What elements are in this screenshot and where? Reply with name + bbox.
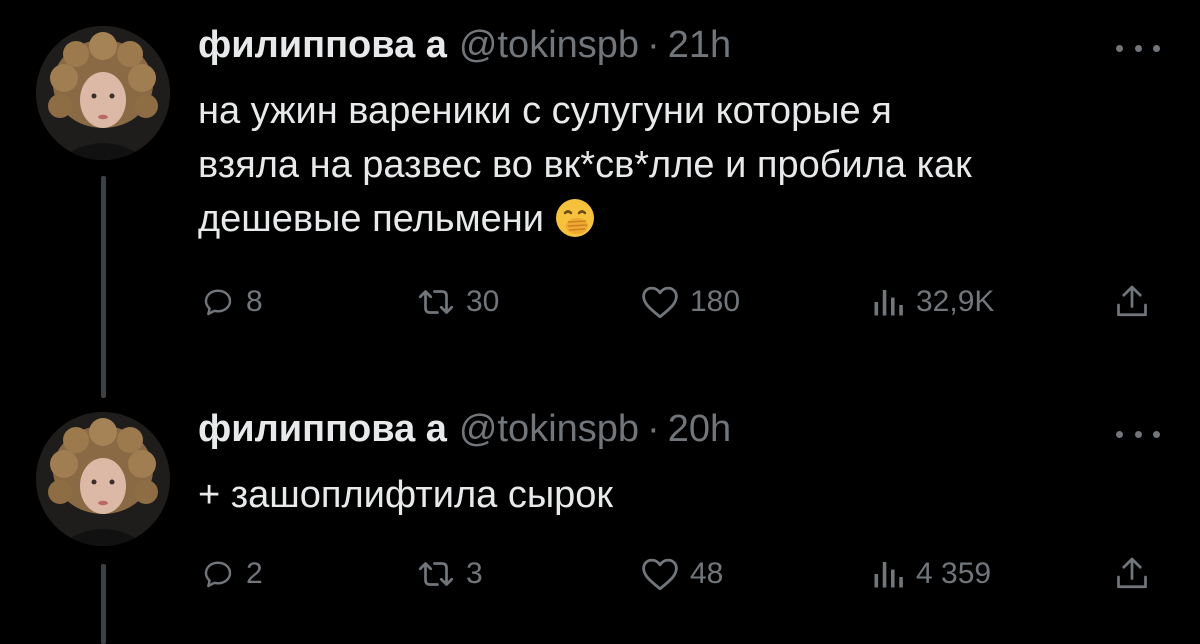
avatar[interactable] — [36, 412, 170, 546]
separator: · — [647, 24, 660, 66]
more-options-icon[interactable] — [1116, 36, 1160, 60]
views-count: 32,9K — [916, 285, 995, 318]
tweet[interactable]: филиппова а @tokinspb · 21h на ужин варе… — [0, 0, 1200, 398]
timestamp[interactable]: 20h — [668, 408, 731, 451]
tweet-text-line: + зашоплифтила сырок — [198, 474, 614, 516]
like-button[interactable]: 48 — [640, 552, 723, 596]
retweet-icon — [418, 290, 454, 314]
views-button[interactable]: 4 359 — [870, 552, 991, 596]
tweet[interactable]: филиппова а @tokinspb · 20h + зашоплифти… — [0, 390, 1200, 644]
display-name[interactable]: филиппова а — [198, 24, 447, 67]
views-icon — [874, 290, 903, 316]
handle[interactable]: @tokinspb — [459, 24, 639, 67]
like-count: 180 — [690, 285, 741, 318]
timestamp[interactable]: 21h — [668, 24, 731, 67]
tweet-header: филиппова а @tokinspb · 21h — [198, 24, 731, 74]
avatar[interactable] — [36, 26, 170, 160]
reply-button[interactable]: 2 — [200, 552, 263, 596]
heart-icon — [642, 558, 678, 591]
tweet-text-line: на ужин вареники с сулугуни которые я — [198, 90, 892, 132]
share-button[interactable] — [1114, 552, 1150, 596]
thread-line — [101, 176, 106, 398]
share-icon — [1117, 285, 1147, 317]
thread-line — [101, 564, 106, 644]
reply-count: 8 — [246, 285, 263, 318]
retweet-count: 30 — [466, 285, 500, 318]
reply-count: 2 — [246, 557, 263, 590]
more-options-icon[interactable] — [1116, 422, 1160, 446]
views-count: 4 359 — [916, 557, 992, 590]
tweet-actions: 8 30 180 32,9K — [198, 280, 1160, 324]
retweet-count: 3 — [466, 557, 483, 590]
tweet-text-line: дешевые пельмени — [198, 192, 1158, 254]
views-icon — [874, 562, 903, 588]
retweet-button[interactable]: 3 — [416, 552, 483, 596]
tweet-text: + зашоплифтила сырок — [198, 468, 1158, 522]
tweet-text: на ужин вареники с сулугуни которые я вз… — [198, 84, 1158, 254]
face-with-hand-over-mouth-emoji-icon — [554, 197, 596, 254]
tweet-text-line: взяла на развес во вк*св*лле и пробила к… — [198, 144, 972, 186]
views-button[interactable]: 32,9K — [870, 280, 994, 324]
tweet-actions: 2 3 48 4 359 — [198, 552, 1160, 596]
reply-button[interactable]: 8 — [200, 280, 263, 324]
separator: · — [647, 408, 660, 450]
tweet-text-segment: дешевые пельмени — [198, 198, 545, 240]
reply-icon — [204, 561, 232, 588]
tweet-header: филиппова а @tokinspb · 20h — [198, 408, 731, 458]
like-button[interactable]: 180 — [640, 280, 740, 324]
retweet-icon — [418, 562, 454, 586]
heart-icon — [642, 286, 678, 319]
handle[interactable]: @tokinspb — [459, 408, 639, 451]
share-button[interactable] — [1114, 280, 1150, 324]
like-count: 48 — [690, 557, 724, 590]
share-icon — [1117, 557, 1147, 589]
display-name[interactable]: филиппова а — [198, 408, 447, 451]
reply-icon — [204, 289, 232, 316]
retweet-button[interactable]: 30 — [416, 280, 499, 324]
